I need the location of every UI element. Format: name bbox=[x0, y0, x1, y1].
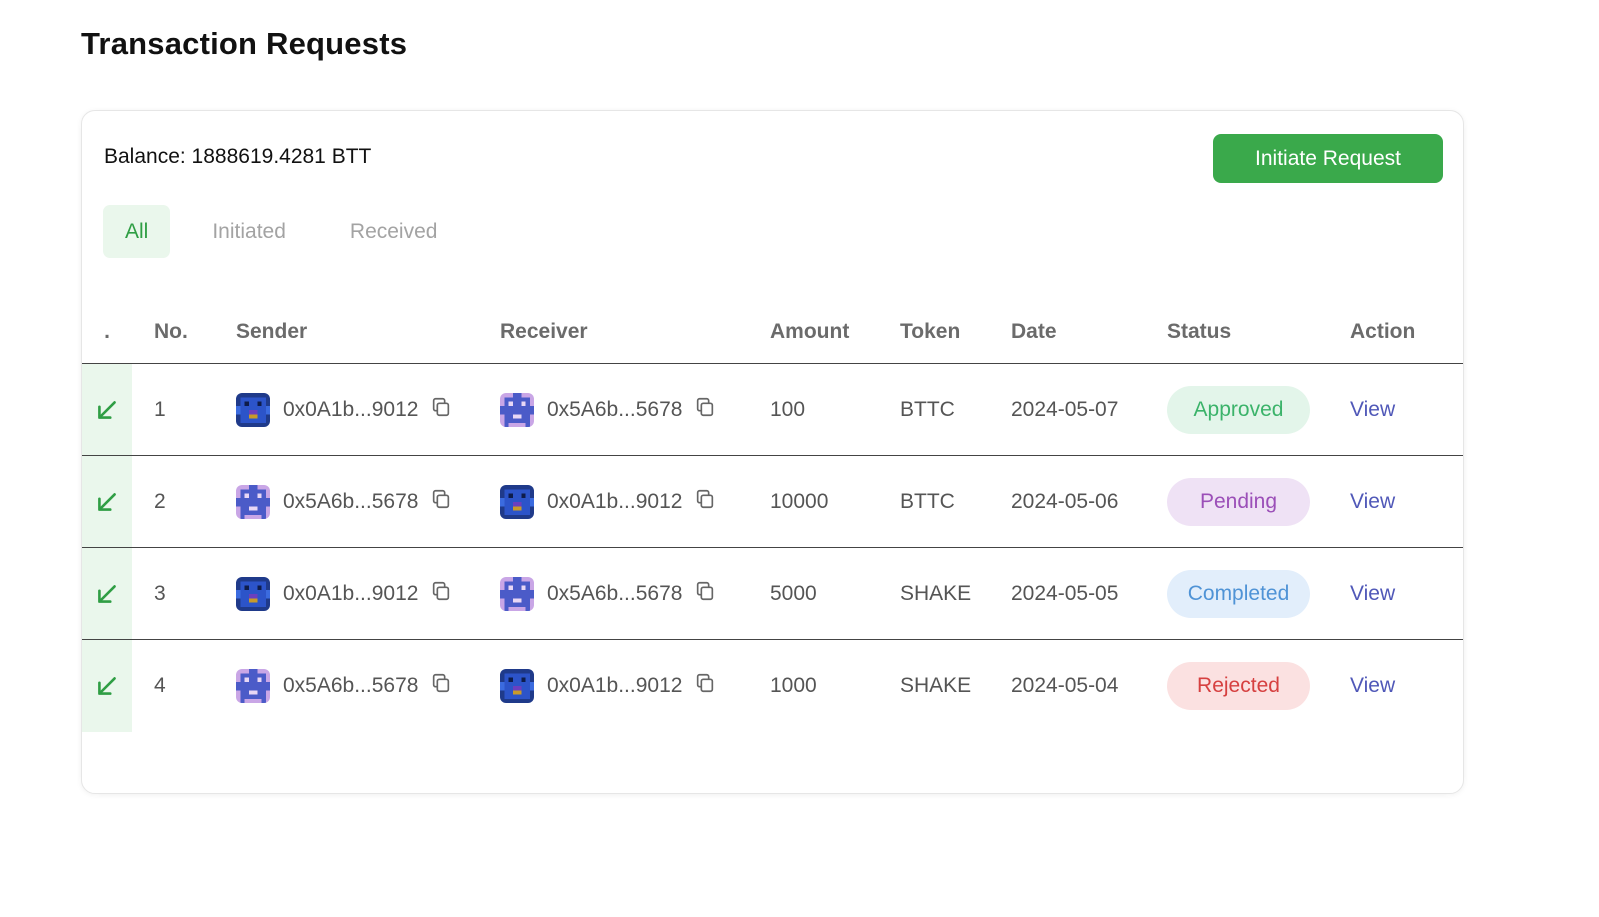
view-link[interactable]: View bbox=[1350, 674, 1395, 697]
copy-icon[interactable] bbox=[418, 488, 452, 516]
copy-icon[interactable] bbox=[682, 672, 716, 700]
arrow-down-left-icon bbox=[94, 489, 120, 515]
token-cell: BTTC bbox=[900, 397, 955, 421]
date-cell: 2024-05-05 bbox=[1011, 581, 1119, 605]
table-row: 3 0x0A1b...9012 0x5A6b...5678 5000 SHAKE 2024… bbox=[82, 548, 1463, 640]
token-cell: BTTC bbox=[900, 489, 955, 513]
status-cell: Approved bbox=[1167, 385, 1350, 434]
arrow-down-left-icon bbox=[94, 673, 120, 699]
amount-cell: 100 bbox=[770, 397, 806, 421]
receiver-address: 0x0A1b...9012 bbox=[547, 489, 683, 513]
action-cell: View bbox=[1350, 490, 1440, 514]
sender-cell: 0x0A1b...9012 bbox=[236, 392, 500, 427]
receiver-cell: 0x0A1b...9012 bbox=[500, 669, 770, 703]
avatar-icon bbox=[500, 669, 534, 703]
page-title: Transaction Requests bbox=[81, 26, 408, 61]
arrow-down-left-icon bbox=[94, 397, 120, 423]
sender-address: 0x5A6b...5678 bbox=[283, 489, 419, 513]
tab-all[interactable]: All bbox=[103, 205, 171, 258]
sender-cell: 0x0A1b...9012 bbox=[236, 576, 500, 611]
avatar-icon bbox=[236, 576, 270, 611]
amount-cell: 5000 bbox=[770, 581, 817, 605]
status-cell: Rejected bbox=[1167, 662, 1350, 710]
copy-icon[interactable] bbox=[682, 396, 716, 424]
view-link[interactable]: View bbox=[1350, 490, 1395, 513]
status-badge: Rejected bbox=[1167, 662, 1310, 710]
header-date: Date bbox=[1011, 319, 1057, 343]
sender-cell: 0x5A6b...5678 bbox=[236, 484, 500, 519]
header-direction: . bbox=[104, 319, 110, 343]
amount-cell: 1000 bbox=[770, 674, 817, 697]
avatar-icon bbox=[236, 484, 270, 519]
header-amount: Amount bbox=[770, 319, 850, 343]
table-header: . No. Sender Receiver Amount Token Date … bbox=[82, 300, 1463, 364]
sender-address: 0x0A1b...9012 bbox=[283, 397, 419, 421]
avatar-icon bbox=[500, 392, 534, 427]
avatar-icon bbox=[500, 576, 534, 611]
action-cell: View bbox=[1350, 582, 1440, 606]
copy-icon[interactable] bbox=[418, 672, 452, 700]
direction-cell bbox=[82, 364, 132, 455]
header-no: No. bbox=[154, 319, 188, 343]
row-number: 4 bbox=[154, 674, 166, 697]
row-number: 2 bbox=[154, 489, 166, 513]
header-receiver: Receiver bbox=[500, 319, 588, 343]
status-badge: Approved bbox=[1167, 385, 1310, 434]
row-number: 1 bbox=[154, 397, 166, 421]
table-body: 1 0x0A1b...9012 0x5A6b...5678 100 BTTC 2024-0… bbox=[82, 364, 1463, 732]
transaction-card: Balance: 1888619.4281 BTT Initiate Reque… bbox=[81, 110, 1464, 794]
direction-cell bbox=[82, 640, 132, 732]
sender-address: 0x0A1b...9012 bbox=[283, 581, 419, 605]
tab-initiated[interactable]: Initiated bbox=[190, 205, 308, 258]
row-number: 3 bbox=[154, 581, 166, 605]
avatar-icon bbox=[500, 484, 534, 519]
copy-icon[interactable] bbox=[418, 580, 452, 608]
transactions-table: . No. Sender Receiver Amount Token Date … bbox=[82, 300, 1463, 732]
date-cell: 2024-05-06 bbox=[1011, 489, 1119, 513]
arrow-down-left-icon bbox=[94, 581, 120, 607]
status-cell: Completed bbox=[1167, 569, 1350, 618]
direction-cell bbox=[82, 456, 132, 547]
direction-cell bbox=[82, 548, 132, 639]
date-cell: 2024-05-04 bbox=[1011, 674, 1119, 697]
balance-text: Balance: 1888619.4281 BTT bbox=[104, 145, 372, 168]
copy-icon[interactable] bbox=[682, 488, 716, 516]
header-status: Status bbox=[1167, 319, 1232, 343]
header-action: Action bbox=[1350, 319, 1416, 343]
table-row: 2 0x5A6b...5678 0x0A1b...9012 10000 BTTC 2024… bbox=[82, 456, 1463, 548]
header-token: Token bbox=[900, 319, 961, 343]
status-cell: Pending bbox=[1167, 477, 1350, 526]
status-badge: Completed bbox=[1167, 569, 1310, 618]
receiver-address: 0x0A1b...9012 bbox=[547, 674, 683, 697]
view-link[interactable]: View bbox=[1350, 398, 1395, 421]
action-cell: View bbox=[1350, 398, 1440, 422]
copy-icon[interactable] bbox=[418, 396, 452, 424]
action-cell: View bbox=[1350, 674, 1440, 698]
table-row: 4 0x5A6b...5678 0x0A1b...9012 1000 SHAKE 2024… bbox=[82, 640, 1463, 732]
receiver-cell: 0x0A1b...9012 bbox=[500, 484, 770, 519]
sender-cell: 0x5A6b...5678 bbox=[236, 669, 500, 703]
table-row: 1 0x0A1b...9012 0x5A6b...5678 100 BTTC 2024-0… bbox=[82, 364, 1463, 456]
initiate-request-button[interactable]: Initiate Request bbox=[1213, 134, 1443, 183]
receiver-cell: 0x5A6b...5678 bbox=[500, 392, 770, 427]
view-link[interactable]: View bbox=[1350, 582, 1395, 605]
token-cell: SHAKE bbox=[900, 674, 972, 697]
receiver-address: 0x5A6b...5678 bbox=[547, 397, 683, 421]
token-cell: SHAKE bbox=[900, 581, 972, 605]
filter-tabs: All Initiated Received bbox=[103, 205, 459, 258]
date-cell: 2024-05-07 bbox=[1011, 397, 1119, 421]
sender-address: 0x5A6b...5678 bbox=[283, 674, 419, 697]
receiver-address: 0x5A6b...5678 bbox=[547, 581, 683, 605]
receiver-cell: 0x5A6b...5678 bbox=[500, 576, 770, 611]
avatar-icon bbox=[236, 669, 270, 703]
header-sender: Sender bbox=[236, 319, 308, 343]
status-badge: Pending bbox=[1167, 477, 1310, 526]
tab-received[interactable]: Received bbox=[328, 205, 460, 258]
avatar-icon bbox=[236, 392, 270, 427]
copy-icon[interactable] bbox=[682, 580, 716, 608]
amount-cell: 10000 bbox=[770, 489, 829, 513]
